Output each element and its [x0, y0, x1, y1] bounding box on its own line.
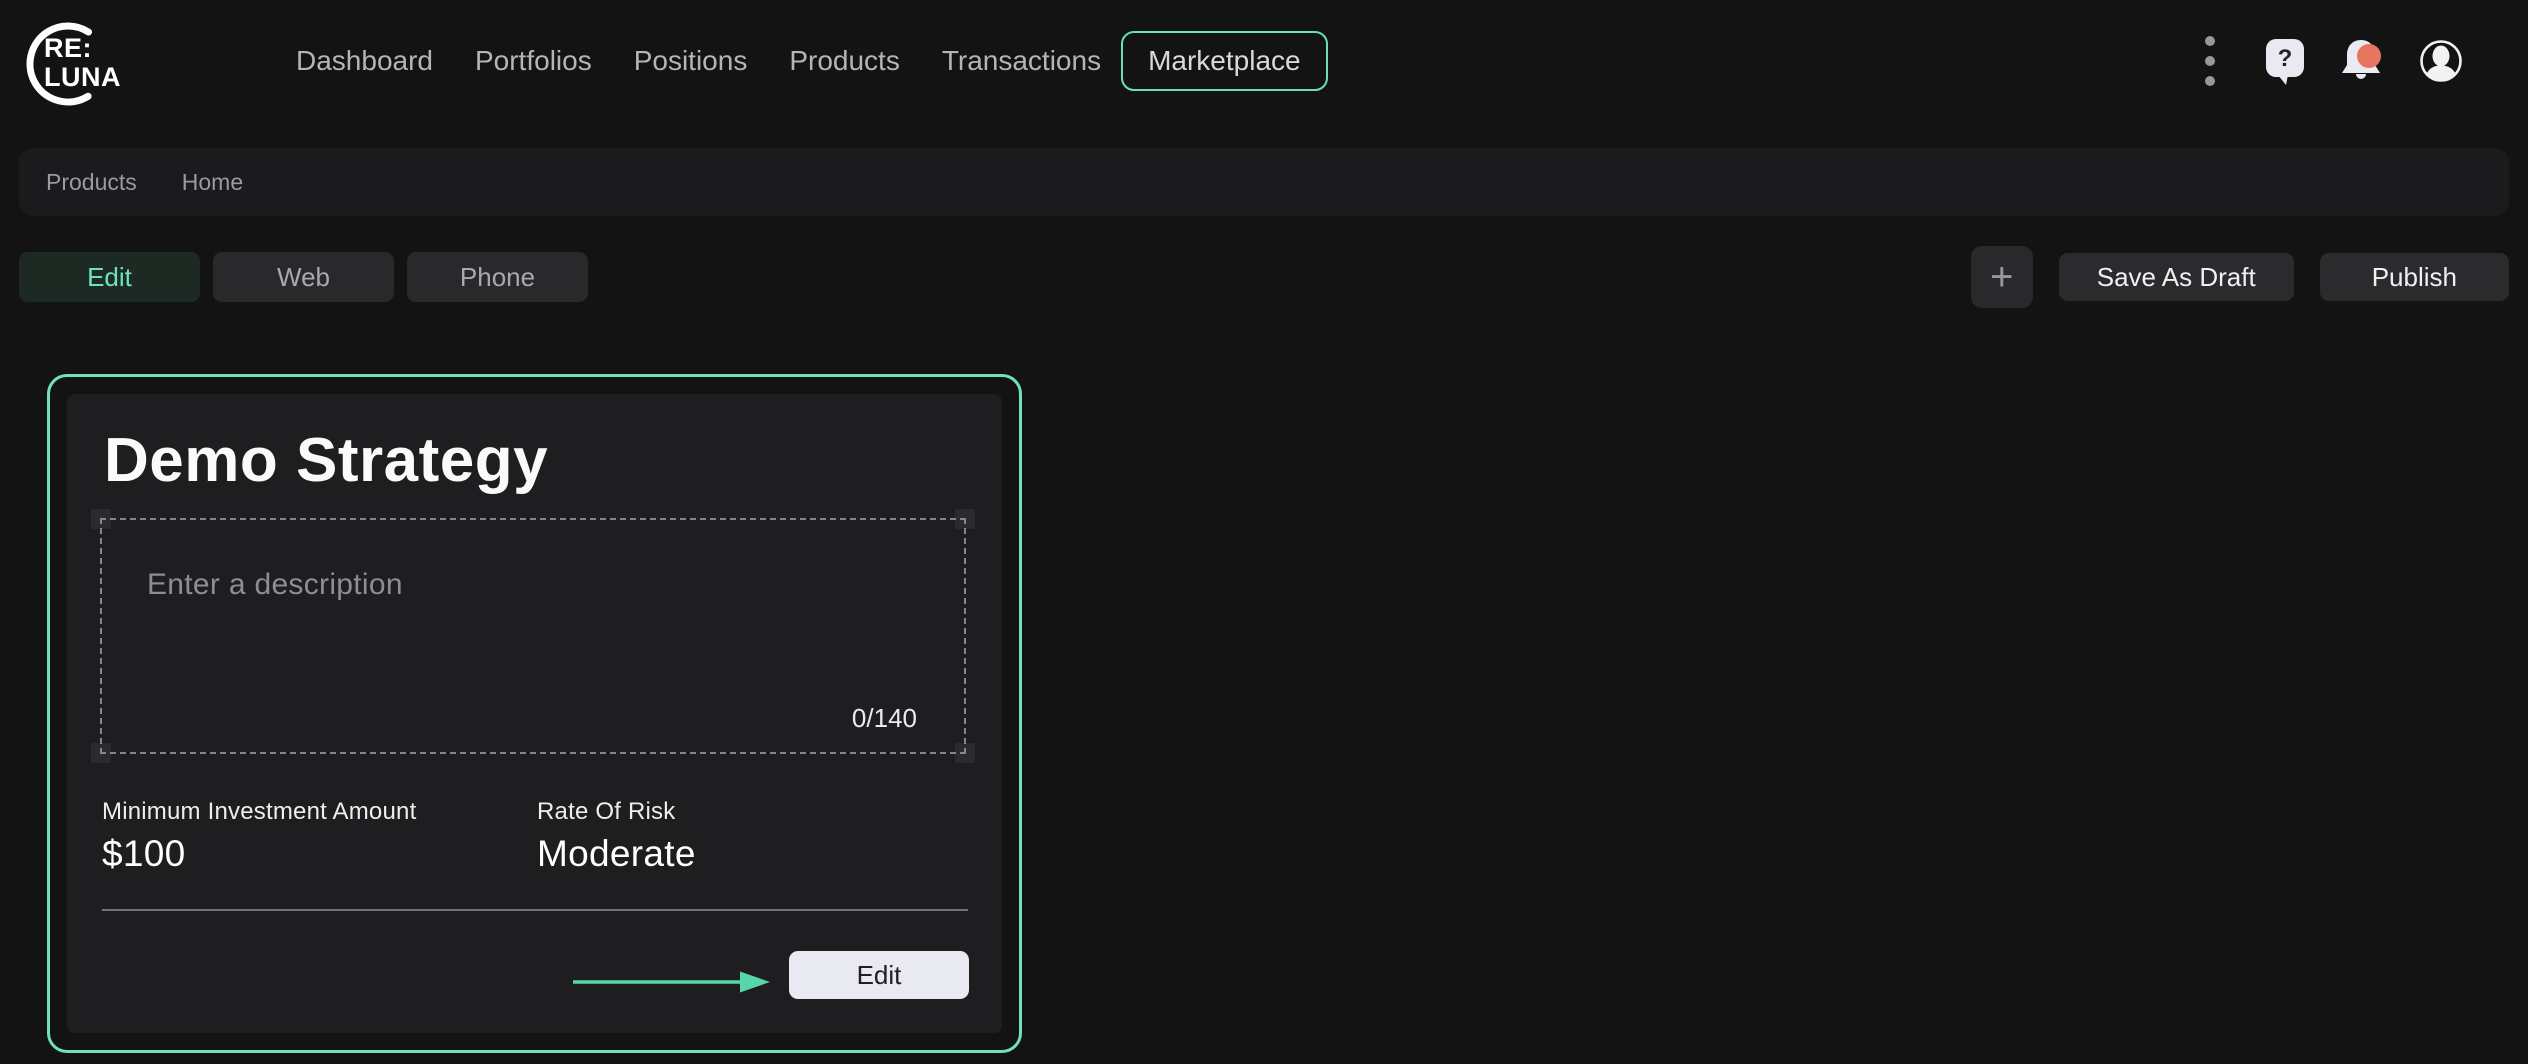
rate-of-risk-label: Rate Of Risk [537, 798, 696, 826]
strategy-title: Demo Strategy [104, 424, 548, 498]
strategy-card-panel: Demo Strategy Enter a description 0/140 … [67, 394, 1002, 1033]
pointer-arrow-icon [570, 962, 780, 1002]
user-avatar-icon[interactable] [2416, 36, 2466, 86]
resize-handle-bottom-left [91, 743, 111, 763]
notifications-bell-icon[interactable] [2336, 36, 2386, 86]
nav-item-portfolios[interactable]: Portfolios [475, 45, 592, 77]
rate-of-risk-field: Rate Of Risk Moderate [537, 798, 696, 875]
app-root: RE: LUNA Dashboard Portfolios Positions … [0, 0, 2528, 1064]
brand-line-1: RE: [44, 34, 121, 63]
edit-button[interactable]: Edit [789, 951, 969, 999]
nav-item-products[interactable]: Products [789, 45, 900, 77]
help-glyph: ? [2278, 45, 2293, 72]
toolbar: Edit Web Phone + Save As Draft Publish [19, 245, 2509, 309]
strategy-card[interactable]: Demo Strategy Enter a description 0/140 … [47, 374, 1022, 1053]
breadcrumb-item-home[interactable]: Home [182, 169, 243, 196]
resize-handle-bottom-right [955, 743, 975, 763]
breadcrumb-item-products[interactable]: Products [46, 169, 137, 196]
top-navbar: RE: LUNA Dashboard Portfolios Positions … [0, 0, 2528, 122]
tab-phone[interactable]: Phone [407, 252, 588, 302]
resize-handle-top-left [91, 509, 111, 529]
rate-of-risk-value: Moderate [537, 833, 696, 875]
brand-logo[interactable]: RE: LUNA [18, 10, 138, 114]
min-investment-label: Minimum Investment Amount [102, 798, 416, 826]
character-counter: 0/140 [852, 703, 917, 734]
description-input[interactable]: Enter a description 0/140 [102, 520, 964, 752]
tab-web[interactable]: Web [213, 252, 394, 302]
help-icon[interactable]: ? [2264, 35, 2306, 87]
add-button[interactable]: + [1971, 246, 2033, 308]
plus-icon: + [1990, 257, 2013, 297]
notification-badge [2357, 44, 2381, 68]
brand-line-2: LUNA [44, 63, 121, 92]
header-icon-group: ? [2204, 0, 2466, 122]
publish-button[interactable]: Publish [2320, 253, 2509, 301]
main-nav: Dashboard Portfolios Positions Products … [296, 0, 1328, 122]
nav-item-transactions[interactable]: Transactions [942, 45, 1101, 77]
description-placeholder: Enter a description [147, 568, 403, 602]
nav-item-dashboard[interactable]: Dashboard [296, 45, 433, 77]
min-investment-field: Minimum Investment Amount $100 [102, 798, 416, 875]
kebab-menu-icon[interactable] [2204, 34, 2216, 88]
resize-handle-top-right [955, 509, 975, 529]
view-tabs: Edit Web Phone [19, 252, 588, 302]
breadcrumb: Products Home [19, 148, 2509, 216]
tab-edit[interactable]: Edit [19, 252, 200, 302]
nav-item-marketplace[interactable]: Marketplace [1121, 31, 1328, 91]
brand-name: RE: LUNA [44, 34, 121, 92]
card-divider [102, 909, 968, 911]
save-as-draft-button[interactable]: Save As Draft [2059, 253, 2294, 301]
min-investment-value: $100 [102, 833, 416, 875]
nav-item-positions[interactable]: Positions [634, 45, 748, 77]
toolbar-actions: + Save As Draft Publish [1971, 246, 2509, 308]
